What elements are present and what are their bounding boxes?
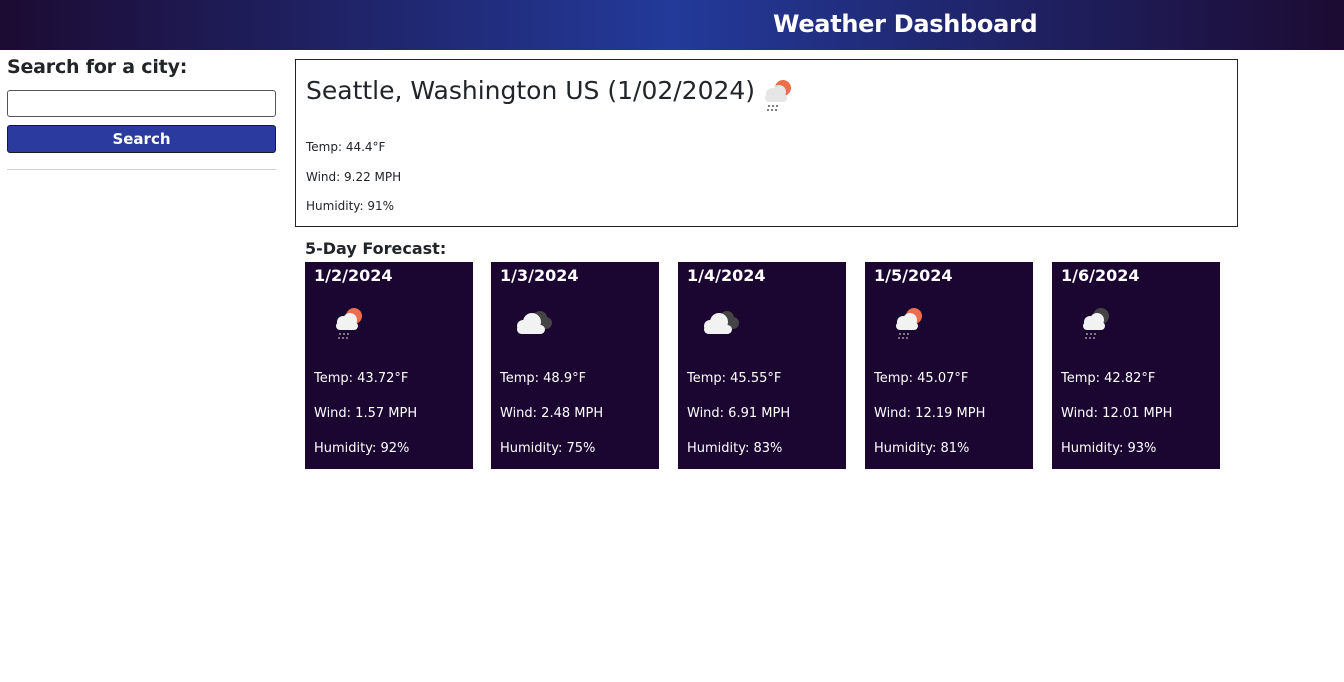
sidebar-divider xyxy=(7,169,276,170)
broken-clouds-icon xyxy=(704,311,739,334)
forecast-title: 5-Day Forecast: xyxy=(305,239,447,258)
search-sidebar: Search for a city: Search xyxy=(7,55,276,170)
app-header: Weather Dashboard xyxy=(0,0,1344,50)
forecast-wind: Wind: 1.57 MPH xyxy=(314,406,418,421)
forecast-wind: Wind: 6.91 MPH xyxy=(687,406,791,421)
forecast-date: 1/6/2024 xyxy=(1061,266,1140,285)
current-wind: Wind: 9.22 MPH xyxy=(306,170,402,184)
forecast-wind: Wind: 12.19 MPH xyxy=(874,406,986,421)
forecast-card: 1/5/2024 Temp: 45.07°F Wind: 12.19 MPH H… xyxy=(865,262,1033,469)
app-title: Weather Dashboard xyxy=(773,10,1038,38)
forecast-humidity: Humidity: 81% xyxy=(874,441,970,456)
forecast-date: 1/5/2024 xyxy=(874,266,953,285)
forecast-date: 1/2/2024 xyxy=(314,266,393,285)
forecast-temp: Temp: 42.82°F xyxy=(1061,371,1156,386)
cloud-rain-sun-icon xyxy=(765,80,791,111)
current-temp: Temp: 44.4°F xyxy=(306,140,386,154)
cloud-rain-sun-icon xyxy=(336,308,362,339)
search-heading: Search for a city: xyxy=(7,56,188,78)
current-weather-panel: Seattle, Washington US (1/02/2024) Temp:… xyxy=(295,59,1238,227)
forecast-wind: Wind: 12.01 MPH xyxy=(1061,406,1173,421)
forecast-temp: Temp: 45.55°F xyxy=(687,371,782,386)
forecast-card: 1/3/2024 Temp: 48.9°F Wind: 2.48 MPH Hum… xyxy=(491,262,659,469)
forecast-temp: Temp: 43.72°F xyxy=(314,371,409,386)
city-search-input[interactable] xyxy=(7,90,276,117)
forecast-date: 1/3/2024 xyxy=(500,266,579,285)
forecast-temp: Temp: 48.9°F xyxy=(500,371,587,386)
forecast-card: 1/2/2024 Temp: 43.72°F Wind: 1.57 MPH Hu… xyxy=(305,262,473,469)
search-button[interactable]: Search xyxy=(7,125,276,153)
forecast-temp: Temp: 45.07°F xyxy=(874,371,969,386)
forecast-wind: Wind: 2.48 MPH xyxy=(500,406,604,421)
broken-clouds-icon xyxy=(517,311,552,334)
current-humidity: Humidity: 91% xyxy=(306,199,395,213)
forecast-date: 1/4/2024 xyxy=(687,266,766,285)
forecast-humidity: Humidity: 75% xyxy=(500,441,596,456)
forecast-humidity: Humidity: 92% xyxy=(314,441,410,456)
cloud-rain-sun-icon xyxy=(896,308,922,339)
current-city-title: Seattle, Washington US (1/02/2024) xyxy=(306,76,756,105)
forecast-humidity: Humidity: 83% xyxy=(687,441,783,456)
cloud-rain-icon xyxy=(1083,308,1109,339)
forecast-card: 1/6/2024 Temp: 42.82°F Wind: 12.01 MPH H… xyxy=(1052,262,1220,469)
forecast-humidity: Humidity: 93% xyxy=(1061,441,1157,456)
forecast-card: 1/4/2024 Temp: 45.55°F Wind: 6.91 MPH Hu… xyxy=(678,262,846,469)
